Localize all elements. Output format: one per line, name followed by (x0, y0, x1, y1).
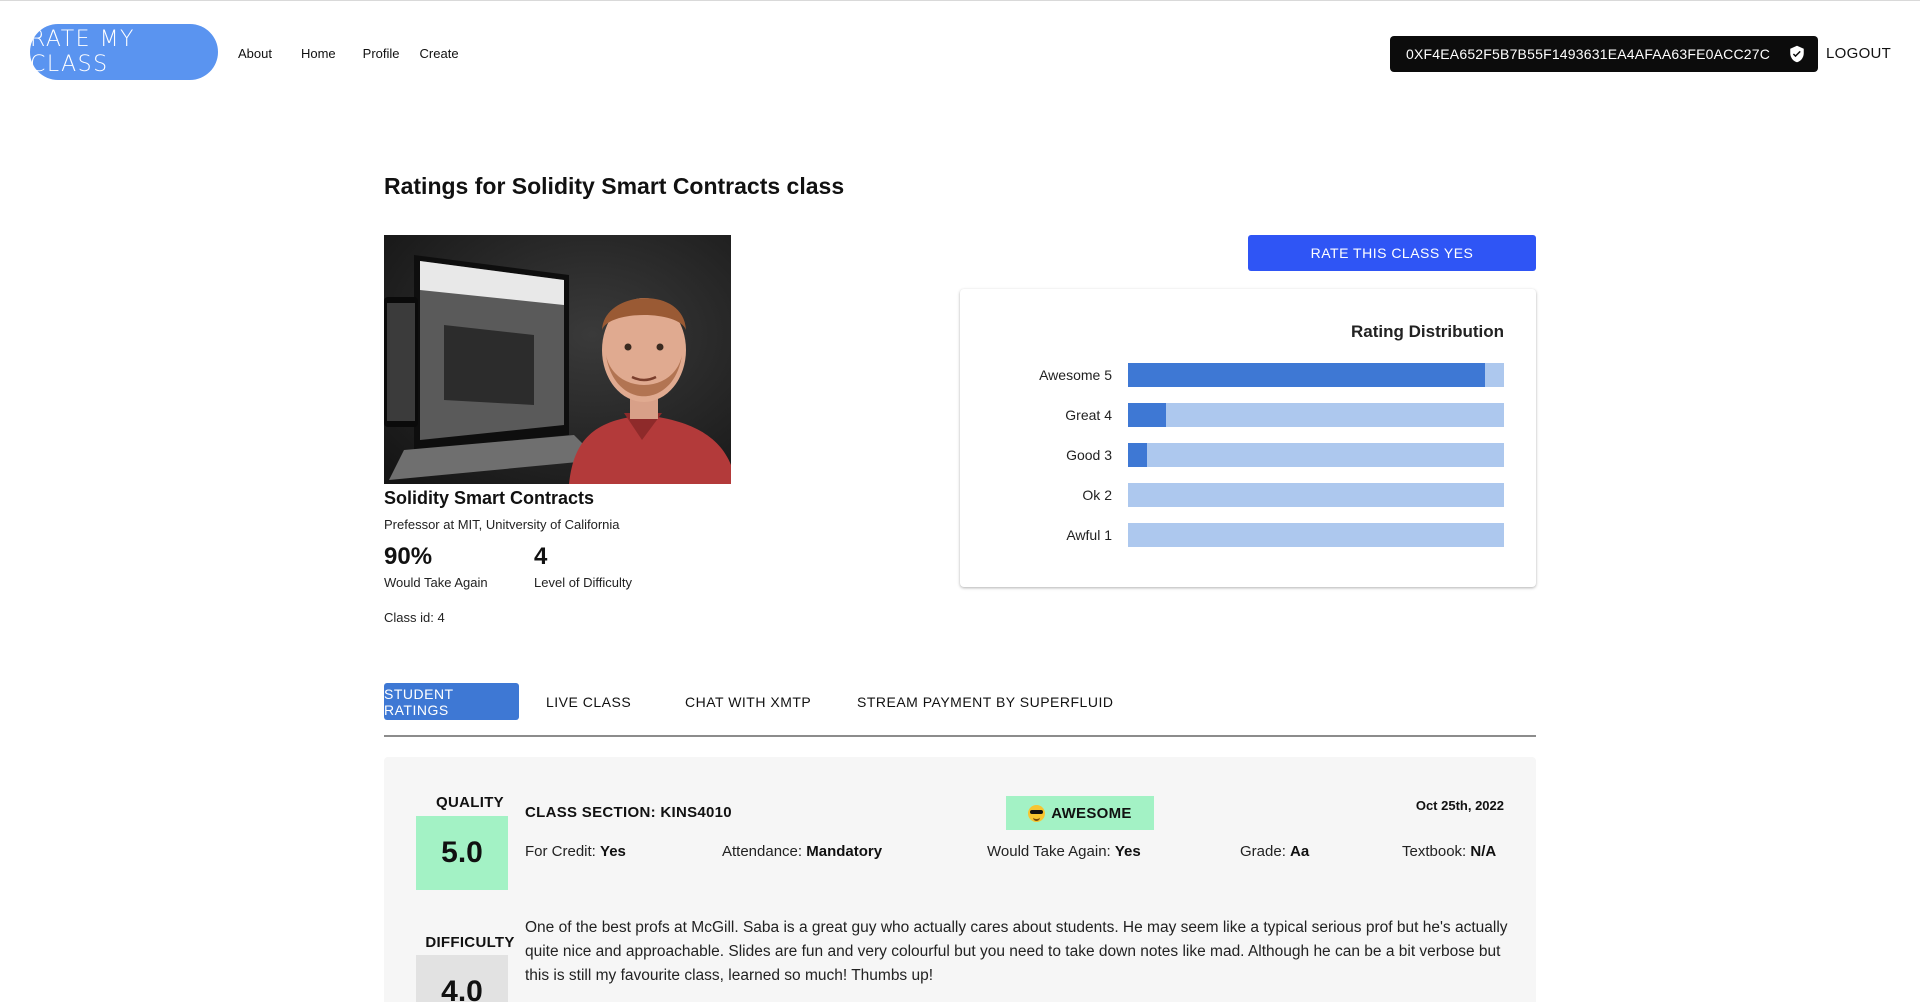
distribution-bar-track (1128, 523, 1504, 547)
tab-chat-with-xmtp[interactable]: CHAT WITH XMTP (669, 683, 827, 720)
class-name: Solidity Smart Contracts (384, 488, 595, 508)
header: RATE MY CLASS About Home Profile Create … (0, 0, 1920, 107)
logout-button[interactable]: LOGOUT (1826, 45, 1891, 62)
rating-badge: AWESOME (1006, 796, 1154, 830)
rating-distribution-card: Rating Distribution Awesome 5 Great 4 Good… (960, 289, 1536, 587)
attendance-label: Attendance: (722, 843, 803, 860)
main-nav: About Home Profile Create (238, 46, 486, 61)
difficulty-level-label: Level of Difficulty (534, 575, 633, 590)
professor-info: Prefessor at MIT, Unitversity of Califor… (384, 517, 620, 532)
tab-live-class[interactable]: LIVE CLASS (530, 683, 647, 720)
distribution-title: Rating Distribution (1351, 322, 1504, 341)
quality-label: QUALITY (436, 794, 504, 811)
tab-student-ratings[interactable]: STUDENT RATINGS (384, 683, 519, 720)
rating-date: Oct 25th, 2022 (1415, 798, 1504, 813)
tab-bar: STUDENT RATINGS LIVE CLASS CHAT WITH XMT… (384, 683, 1536, 737)
nav-about-link[interactable]: About (238, 46, 272, 61)
rating-badge-label: AWESOME (1051, 804, 1132, 822)
rating-comment: One of the best profs at McGill. Saba is… (525, 919, 1508, 984)
distribution-row-label: Ok 2 (1082, 487, 1112, 503)
attendance-meta: Attendance: Mandatory (722, 843, 882, 860)
verified-shield-icon (1790, 45, 1804, 63)
grade-meta: Grade: Aa (1240, 843, 1309, 860)
distribution-row-label: Great 4 (1065, 407, 1112, 423)
nav-profile-link[interactable]: Profile (363, 46, 400, 61)
sunglasses-emoji-icon (1028, 804, 1046, 822)
distribution-row: Awesome 5 (960, 363, 1536, 387)
rate-class-button[interactable]: RATE THIS CLASS YES (1248, 235, 1536, 271)
distribution-row-label: Awesome 5 (1039, 367, 1112, 383)
difficulty-level-value: 4 (534, 543, 548, 570)
grade-value: Aa (1290, 843, 1310, 860)
would-take-again-value: Yes (1114, 843, 1141, 860)
distribution-row-label: Awful 1 (1066, 527, 1112, 543)
distribution-row: Ok 2 (960, 483, 1536, 507)
logo[interactable]: RATE MY CLASS (30, 24, 218, 80)
textbook-label: Textbook: (1402, 843, 1467, 860)
instructor-photo-illustration (384, 235, 731, 484)
for-credit-value: Yes (600, 843, 626, 860)
distribution-row: Awful 1 (960, 523, 1536, 547)
distribution-row-label: Good 3 (1066, 447, 1112, 463)
distribution-bar-track (1128, 403, 1504, 427)
distribution-bar-track (1128, 443, 1504, 467)
textbook-meta: Textbook: N/A (1402, 843, 1496, 860)
class-section: CLASS SECTION: KINS4010 (525, 804, 732, 821)
class-photo (384, 235, 731, 484)
nav-home-link[interactable]: Home (301, 46, 336, 61)
distribution-bar-track (1128, 483, 1504, 507)
would-take-again-label: Would Take Again: (987, 843, 1111, 860)
would-take-again-meta: Would Take Again: Yes (987, 843, 1141, 860)
take-again-label: Would Take Again (384, 575, 488, 590)
tab-stream-payment[interactable]: STREAM PAYMENT BY SUPERFLUID (841, 683, 1129, 720)
page-title: Ratings for Solidity Smart Contracts cla… (384, 173, 845, 199)
attendance-value: Mandatory (806, 843, 883, 860)
distribution-row: Good 3 (960, 443, 1536, 467)
class-id: Class id: 4 (384, 610, 445, 625)
distribution-bar-track (1128, 363, 1504, 387)
difficulty-score: 4.0 (416, 955, 508, 1002)
distribution-bar-fill (1128, 443, 1147, 467)
distribution-row: Great 4 (960, 403, 1536, 427)
wallet-address-button[interactable]: 0XF4EA652F5B7B55F1493631EA4AFAA63FE0ACC2… (1390, 36, 1818, 72)
wallet-address: 0XF4EA652F5B7B55F1493631EA4AFAA63FE0ACC2… (1406, 46, 1771, 62)
for-credit-meta: For Credit: Yes (525, 843, 626, 860)
distribution-bar-fill (1128, 363, 1486, 387)
for-credit-label: For Credit: (525, 843, 596, 860)
take-again-percent: 90% (384, 543, 433, 570)
difficulty-label: DIFFICULTY (425, 934, 515, 951)
nav-create-link[interactable]: Create (420, 46, 459, 61)
grade-label: Grade: (1240, 843, 1286, 860)
textbook-value: N/A (1470, 843, 1497, 860)
quality-score: 5.0 (416, 816, 508, 890)
distribution-bar-fill (1128, 403, 1166, 427)
